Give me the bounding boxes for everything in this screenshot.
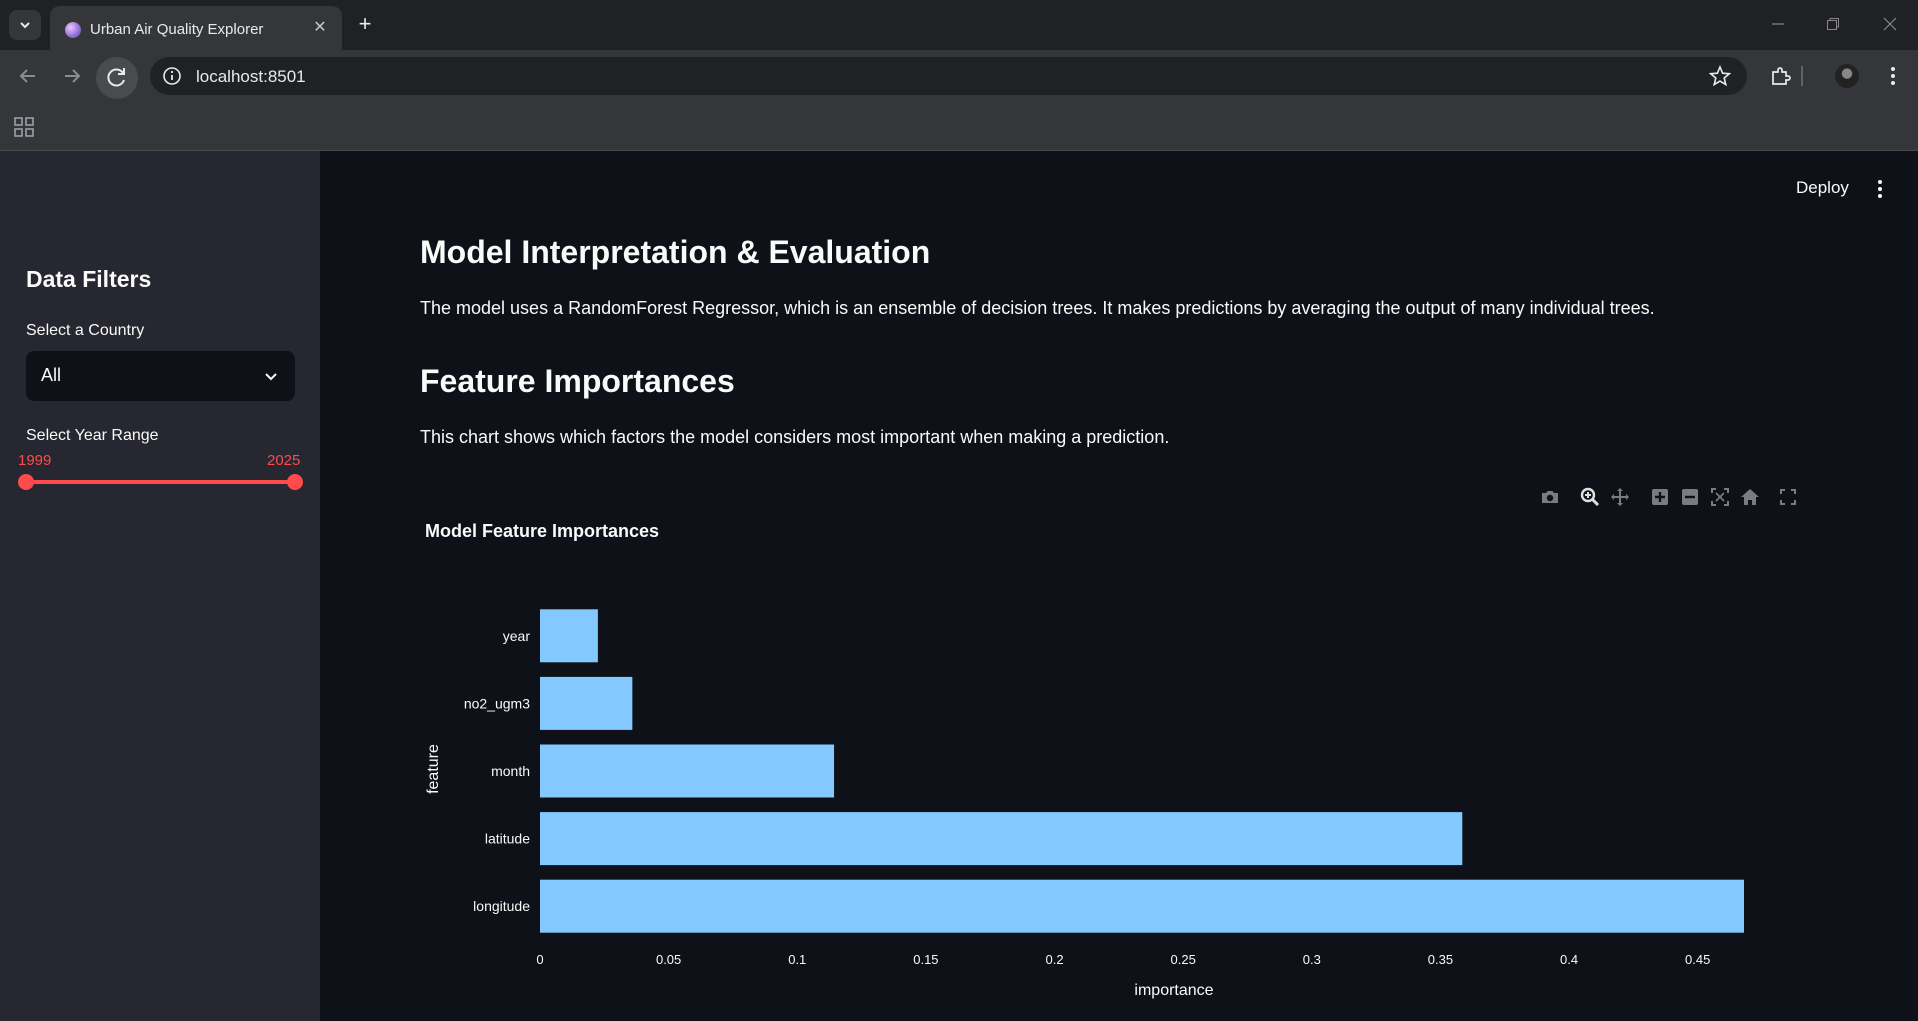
model-description: The model uses a RandomForest Regressor,… bbox=[420, 298, 1655, 318]
new-tab-button[interactable]: + bbox=[353, 12, 377, 36]
x-tick-label: 0.45 bbox=[1685, 952, 1710, 967]
minimize-window-icon[interactable] bbox=[1766, 12, 1790, 36]
home-icon[interactable] bbox=[1739, 486, 1761, 508]
address-bar[interactable]: localhost:8501 bbox=[150, 57, 1747, 95]
bar-year[interactable] bbox=[540, 609, 598, 663]
x-tick-label: 0.25 bbox=[1171, 952, 1196, 967]
bookmark-star-icon[interactable] bbox=[1709, 65, 1731, 87]
tab-search-button[interactable] bbox=[9, 10, 41, 40]
year-range-min-handle[interactable] bbox=[18, 474, 34, 490]
browser-tab[interactable]: Urban Air Quality Explorer ✕ bbox=[50, 6, 342, 50]
y-axis-label: feature bbox=[425, 744, 442, 794]
y-tick-label: year bbox=[503, 628, 531, 644]
x-tick-label: 0.05 bbox=[656, 952, 681, 967]
chevron-down-icon bbox=[265, 373, 277, 381]
bar-month[interactable] bbox=[540, 744, 835, 798]
year-range-max-handle[interactable] bbox=[287, 474, 303, 490]
forward-arrow-icon[interactable] bbox=[58, 62, 86, 90]
year-range-label: Select Year Range bbox=[26, 427, 159, 444]
sidebar-title: Data Filters bbox=[26, 266, 152, 292]
main-menu-icon[interactable] bbox=[1870, 178, 1890, 200]
country-select-label: Select a Country bbox=[26, 322, 145, 339]
year-range-max-value: 2025 bbox=[267, 452, 301, 469]
y-tick-label: longitude bbox=[473, 898, 530, 914]
bar-no2_ugm3[interactable] bbox=[540, 676, 633, 730]
x-tick-label: 0.4 bbox=[1560, 952, 1578, 967]
y-tick-label: latitude bbox=[485, 831, 530, 847]
camera-icon[interactable] bbox=[1539, 486, 1561, 508]
x-tick-label: 0.1 bbox=[788, 952, 806, 967]
country-select-value: All bbox=[41, 365, 62, 385]
browser-tabstrip: Urban Air Quality Explorer ✕ + bbox=[0, 0, 1918, 50]
extensions-puzzle-icon[interactable] bbox=[1769, 64, 1793, 88]
bar-longitude[interactable] bbox=[540, 879, 1744, 933]
country-select[interactable]: All bbox=[26, 351, 295, 401]
zoom-in-icon[interactable] bbox=[1649, 486, 1671, 508]
chart-title: Model Feature Importances bbox=[425, 521, 660, 541]
page-title: Model Interpretation & Evaluation bbox=[420, 234, 931, 270]
autoscale-icon[interactable] bbox=[1709, 486, 1731, 508]
close-window-icon[interactable] bbox=[1878, 12, 1902, 36]
browser-toolbar: localhost:8501 bbox=[0, 50, 1918, 102]
feature-importance-chart[interactable]: year no2_ugm3month latitude longitude 0 0.05 0… bbox=[400, 580, 1820, 1020]
x-tick-label: 0 bbox=[536, 952, 543, 967]
site-info-icon[interactable] bbox=[162, 66, 182, 86]
deploy-button[interactable]: Deploy bbox=[1796, 178, 1849, 198]
year-range-slider-track[interactable] bbox=[26, 480, 295, 484]
year-range-min-value: 1999 bbox=[18, 452, 52, 469]
restore-window-icon[interactable] bbox=[1821, 12, 1845, 36]
chevron-down-icon bbox=[20, 22, 30, 29]
bar-latitude[interactable] bbox=[540, 812, 1463, 866]
profile-avatar[interactable] bbox=[1835, 64, 1859, 88]
apps-grid-icon[interactable] bbox=[13, 116, 35, 138]
toolbar-divider bbox=[1801, 66, 1803, 86]
bookmarks-bar bbox=[0, 102, 1918, 151]
x-tick-label: 0.3 bbox=[1303, 952, 1321, 967]
x-axis-label: importance bbox=[1134, 982, 1213, 999]
x-tick-label: 0.15 bbox=[913, 952, 938, 967]
browser-menu-icon[interactable] bbox=[1881, 64, 1905, 88]
url-text: localhost:8501 bbox=[196, 67, 306, 86]
y-tick-label: no2_ugm3 bbox=[464, 695, 530, 711]
app-favicon-icon bbox=[65, 22, 81, 38]
tab-title: Urban Air Quality Explorer bbox=[90, 21, 264, 38]
close-tab-icon[interactable]: ✕ bbox=[310, 17, 330, 37]
chart-description: This chart shows which factors the model… bbox=[420, 427, 1170, 447]
reload-button[interactable] bbox=[96, 57, 138, 99]
fullscreen-icon[interactable] bbox=[1777, 486, 1799, 508]
x-tick-label: 0.35 bbox=[1428, 952, 1453, 967]
zoom-out-icon[interactable] bbox=[1679, 486, 1701, 508]
x-tick-label: 0.2 bbox=[1045, 952, 1063, 967]
reload-icon bbox=[107, 68, 125, 87]
sidebar: Data Filters Select a Country All Select… bbox=[0, 151, 320, 1021]
pan-icon[interactable] bbox=[1609, 486, 1631, 508]
back-arrow-icon[interactable] bbox=[14, 62, 42, 90]
zoom-icon[interactable] bbox=[1579, 486, 1601, 508]
section-title-feature-importances: Feature Importances bbox=[420, 363, 735, 399]
y-tick-label: month bbox=[491, 763, 530, 779]
